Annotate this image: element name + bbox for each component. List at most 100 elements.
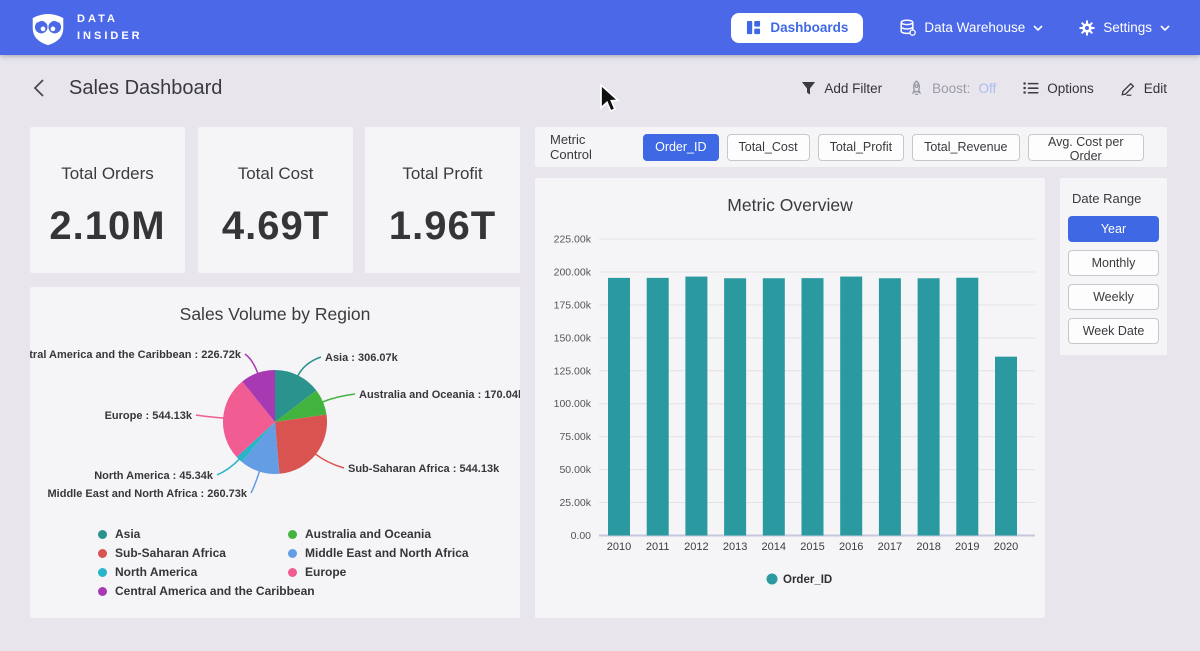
settings-menu[interactable]: Settings (1079, 20, 1170, 36)
pie-label-line (251, 471, 260, 493)
legend-label: North America (115, 565, 197, 579)
pie-slice-label: Asia : 306.07k (325, 352, 399, 364)
options-button[interactable]: Options (1023, 81, 1094, 96)
top-navbar: DATA INSIDER Dashboards Data Warehouse (0, 0, 1200, 55)
metric-option-total-profit[interactable]: Total_Profit (818, 134, 905, 161)
metric-control-label: Metric Control (550, 132, 628, 162)
kpi-value: 2.10M (30, 204, 185, 249)
data-warehouse-label: Data Warehouse (924, 20, 1025, 35)
date-range-label: Date Range (1072, 191, 1159, 206)
legend-label: Asia (115, 527, 140, 541)
metric-control-buttons: Order_ID Total_Cost Total_Profit Total_Reve… (643, 134, 1152, 161)
pie-label-line (298, 357, 321, 376)
bar-2014[interactable] (763, 278, 785, 535)
bar-2015[interactable] (802, 278, 824, 535)
bar-chart-title: Metric Overview (535, 195, 1045, 216)
bar-legend-dot (767, 574, 778, 585)
x-tick-label: 2011 (646, 541, 670, 553)
bar-chart[interactable]: 0.0025.00k50.00k75.00k100.00k125.00k150.… (535, 216, 1045, 609)
y-tick-label: 75.00k (559, 431, 591, 443)
brand-line2: INSIDER (77, 28, 143, 45)
bar-2020[interactable] (995, 357, 1017, 536)
pencil-icon (1121, 81, 1136, 96)
bar-2019[interactable] (956, 278, 978, 536)
y-tick-label: 50.00k (559, 464, 591, 476)
legend-item-middle-east-and-north-africa[interactable]: Middle East and North Africa (288, 546, 478, 560)
bar-2011[interactable] (647, 278, 669, 536)
legend-item-europe[interactable]: Europe (288, 565, 478, 579)
x-tick-label: 2012 (684, 541, 708, 553)
owl-logo-icon (30, 9, 66, 47)
database-icon (899, 19, 916, 36)
options-list-icon (1023, 81, 1039, 95)
pie-slice-sub-saharan-africa[interactable] (275, 415, 327, 474)
x-tick-label: 2016 (839, 541, 863, 553)
legend-item-north-america[interactable]: North America (98, 565, 288, 579)
kpi-card-total-profit: Total Profit 1.96T (365, 127, 520, 273)
legend-dot (288, 530, 297, 539)
pie-label-line (217, 459, 240, 475)
metric-overview-card: Metric Overview 0.0025.00k50.00k75.00k10… (535, 178, 1045, 618)
legend-label: Sub-Saharan Africa (115, 546, 226, 560)
bar-2016[interactable] (840, 277, 862, 536)
x-tick-label: 2019 (955, 541, 979, 553)
metric-option-avg-cost-per-order[interactable]: Avg. Cost per Order (1028, 134, 1145, 161)
pie-chart-title: Sales Volume by Region (30, 304, 520, 325)
add-filter-button[interactable]: Add Filter (801, 81, 882, 96)
date-range-option-week-date[interactable]: Week Date (1068, 318, 1159, 344)
page-header: Sales Dashboard Add Filter Boost: Off (0, 55, 1200, 121)
legend-item-sub-saharan-africa[interactable]: Sub-Saharan Africa (98, 546, 288, 560)
legend-item-asia[interactable]: Asia (98, 527, 288, 541)
data-warehouse-menu[interactable]: Data Warehouse (899, 19, 1043, 36)
legend-dot (98, 530, 107, 539)
x-tick-label: 2015 (800, 541, 824, 553)
bar-legend-label[interactable]: Order_ID (783, 574, 832, 586)
pie-chart[interactable]: Asia : 306.07kAustralia and Oceania : 17… (30, 325, 520, 525)
dashboards-button[interactable]: Dashboards (731, 13, 863, 43)
y-tick-label: 175.00k (554, 299, 592, 311)
chevron-down-icon (1033, 25, 1043, 31)
y-tick-label: 100.00k (554, 398, 592, 410)
metric-option-total-cost[interactable]: Total_Cost (727, 134, 810, 161)
kpi-card-total-orders: Total Orders 2.10M (30, 127, 185, 273)
legend-label: Central America and the Caribbean (115, 584, 315, 598)
y-tick-label: 200.00k (554, 266, 592, 278)
pie-slice-label: Middle East and North Africa : 260.73k (48, 488, 248, 500)
x-tick-label: 2020 (994, 541, 1018, 553)
pie-label-line (315, 454, 344, 468)
metric-option-total-revenue[interactable]: Total_Revenue (912, 134, 1019, 161)
bar-2012[interactable] (685, 277, 707, 536)
legend-item-australia-and-oceania[interactable]: Australia and Oceania (288, 527, 478, 541)
legend-item-central-america-and-the-caribbean[interactable]: Central America and the Caribbean (98, 584, 288, 598)
kpi-card-total-cost: Total Cost 4.69T (198, 127, 353, 273)
boost-label: Boost: (932, 81, 970, 96)
date-range-option-monthly[interactable]: Monthly (1068, 250, 1159, 276)
back-button[interactable] (33, 78, 45, 98)
bar-2018[interactable] (918, 278, 940, 535)
legend-label: Europe (305, 565, 346, 579)
boost-toggle[interactable]: Boost: Off (909, 80, 996, 96)
date-range-option-weekly[interactable]: Weekly (1068, 284, 1159, 310)
pie-slice-label: Sub-Saharan Africa : 544.13k (348, 463, 500, 475)
pie-legend: Asia Sub-Saharan Africa North America Centr… (30, 527, 520, 603)
kpi-label: Total Orders (30, 164, 185, 184)
y-tick-label: 25.00k (559, 497, 591, 509)
bar-2017[interactable] (879, 278, 901, 535)
options-label: Options (1047, 81, 1094, 96)
metric-option-order-id[interactable]: Order_ID (643, 134, 718, 161)
date-range-option-year[interactable]: Year (1068, 216, 1159, 242)
kpi-value: 4.69T (198, 204, 353, 249)
metric-control-bar: Metric Control Order_ID Total_Cost Total_P… (535, 127, 1167, 167)
edit-button[interactable]: Edit (1121, 81, 1167, 96)
pie-label-line (245, 354, 258, 374)
x-tick-label: 2018 (916, 541, 940, 553)
legend-dot (98, 549, 107, 558)
pie-legend-column: Australia and Oceania Middle East and Nor… (288, 527, 478, 603)
dashboards-grid-icon (746, 20, 761, 35)
bar-2010[interactable] (608, 278, 630, 536)
brand-line1: DATA (77, 11, 143, 28)
edit-label: Edit (1144, 81, 1167, 96)
bar-2013[interactable] (724, 278, 746, 535)
date-range-buttons: Year Monthly Weekly Week Date (1068, 216, 1159, 344)
pie-slice-label: North America : 45.34k (94, 470, 214, 482)
